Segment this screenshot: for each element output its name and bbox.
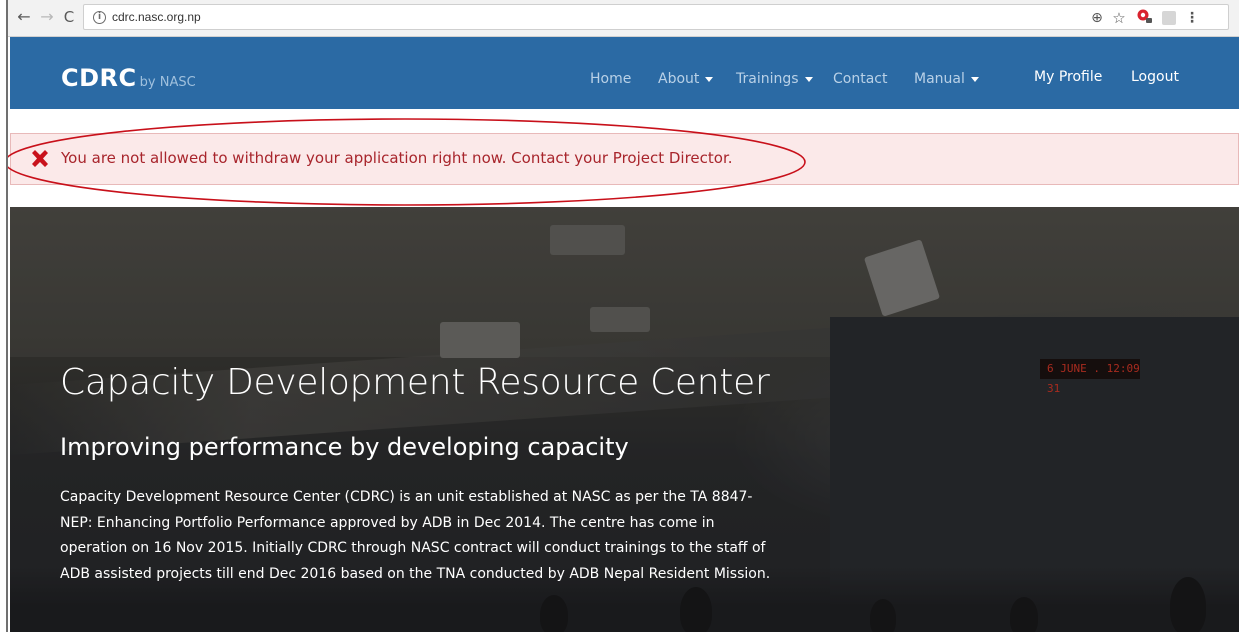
browser-menu-icon[interactable]: ⋮ [1185, 8, 1199, 28]
hero-description: Capacity Development Resource Center (CD… [60, 489, 771, 582]
nav-home-label: Home [590, 71, 632, 87]
extension-glyph-icon [1137, 9, 1152, 23]
nav-trainings[interactable]: Trainings [736, 71, 813, 87]
nav-about-label: About [658, 71, 700, 87]
window-edge [0, 0, 8, 632]
hero-subtitle: Improving performance by developing capa… [60, 433, 629, 461]
error-x-icon [32, 150, 48, 167]
alert-message: You are not allowed to withdraw your app… [61, 149, 733, 167]
nav-manual-label: Manual [914, 71, 965, 87]
site-navbar: CDRC by NASC Home About Trainings Contact… [10, 37, 1239, 109]
caret-down-icon [804, 76, 813, 82]
logout-link[interactable]: Logout [1131, 69, 1179, 85]
extension-puzzle-icon[interactable] [1160, 8, 1178, 28]
nav-trainings-label: Trainings [736, 71, 799, 87]
nav-home[interactable]: Home [590, 71, 631, 87]
address-bar[interactable]: i cdrc.nasc.org.np ⊕ ☆ ⋮ [83, 4, 1229, 30]
nav-contact-label: Contact [833, 71, 888, 87]
nav-manual[interactable]: Manual [914, 71, 979, 87]
my-profile-link[interactable]: My Profile [1034, 69, 1102, 85]
zoom-icon[interactable]: ⊕ [1088, 8, 1106, 28]
site-logo[interactable]: CDRC by NASC [61, 64, 196, 92]
url-text[interactable]: cdrc.nasc.org.np [112, 10, 201, 24]
hero-section: 6 JUNE . 12:09 31 Capacity Development R… [10, 207, 1239, 632]
bookmark-star-icon[interactable]: ☆ [1110, 8, 1128, 28]
reload-icon[interactable]: C [59, 7, 79, 27]
info-icon[interactable]: i [93, 11, 106, 24]
hero-title: Capacity Development Resource Center [60, 362, 770, 403]
browser-toolbar: ← → C i cdrc.nasc.org.np ⊕ ☆ ⋮ [0, 0, 1239, 37]
brand-name[interactable]: CDRC [61, 64, 137, 92]
error-alert: You are not allowed to withdraw your app… [10, 133, 1239, 185]
back-arrow-icon[interactable]: ← [14, 7, 34, 27]
nav-about[interactable]: About [658, 71, 714, 87]
forward-arrow-icon[interactable]: → [37, 7, 57, 27]
brand-subtitle[interactable]: by NASC [140, 75, 196, 90]
caret-down-icon [705, 76, 714, 82]
extension-icon[interactable] [1133, 8, 1155, 28]
caret-down-icon [970, 76, 979, 82]
nav-contact[interactable]: Contact [833, 71, 887, 87]
